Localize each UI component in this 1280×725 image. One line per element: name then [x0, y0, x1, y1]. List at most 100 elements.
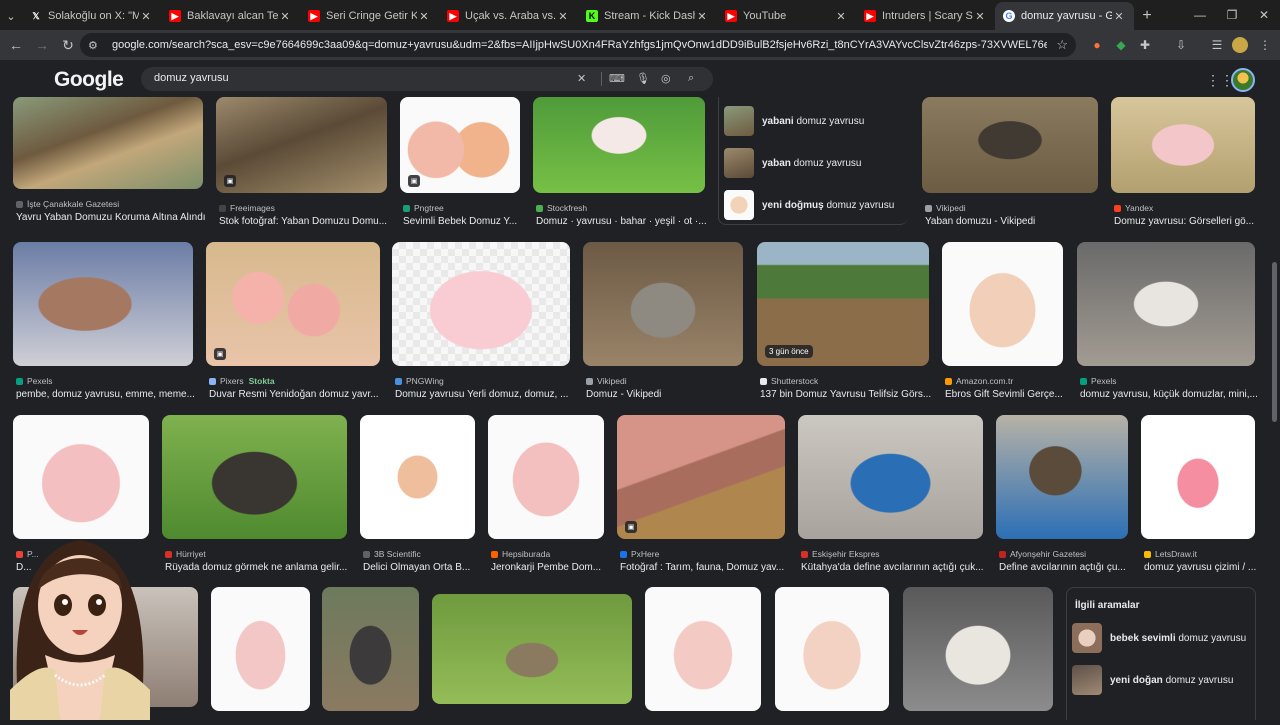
- account-avatar[interactable]: [1231, 68, 1255, 92]
- result-source[interactable]: Amazon.com.tr: [945, 376, 1013, 386]
- tab-7[interactable]: Gdomuz yavrusu - Google✕: [995, 2, 1134, 30]
- image-result-card[interactable]: PNGWing Domuz yavrusu Yerli domuz, domuz,…: [392, 242, 570, 406]
- result-thumbnail[interactable]: [360, 415, 475, 539]
- image-result-card[interactable]: 3B Scientific Delici Olmayan Orta B...: [360, 415, 475, 579]
- result-source[interactable]: Pixers Stokta: [209, 376, 275, 386]
- result-source[interactable]: Vikipedi: [586, 376, 627, 386]
- result-thumbnail[interactable]: [533, 97, 705, 193]
- tab-5[interactable]: ▶ YouTube ✕: [717, 2, 856, 30]
- result-caption[interactable]: Jeronkarji Pembe Dom...: [491, 562, 613, 573]
- result-source[interactable]: Pexels: [1080, 376, 1117, 386]
- close-tab-icon[interactable]: ✕: [834, 10, 848, 23]
- clear-icon[interactable]: ✕: [577, 72, 586, 85]
- reload-button[interactable]: ↻: [56, 33, 80, 57]
- result-thumbnail[interactable]: [798, 415, 983, 539]
- lens-icon[interactable]: ◎: [661, 72, 671, 85]
- result-source[interactable]: Stockfresh: [536, 203, 587, 213]
- close-tab-icon[interactable]: ✕: [417, 10, 431, 23]
- related-search-item[interactable]: yaban domuz yavrusu: [724, 147, 904, 179]
- maximize-button[interactable]: ❐: [1216, 0, 1248, 30]
- image-result-card[interactable]: [322, 587, 419, 720]
- result-caption[interactable]: 137 bin Domuz Yavrusu Telifsiz Görs...: [760, 389, 938, 400]
- site-info-icon[interactable]: ⚙: [88, 39, 102, 52]
- tab-1[interactable]: ▶ Baklavayı alcan Ters Çevir✕: [161, 2, 300, 30]
- chrome-menu-icon[interactable]: ⋮: [1256, 36, 1274, 54]
- result-thumbnail[interactable]: [211, 587, 310, 711]
- download-icon[interactable]: ⇩: [1172, 36, 1190, 54]
- search-icon[interactable]: ⌕: [688, 72, 694, 85]
- tab-3[interactable]: ▶ Uçak vs. Araba vs. Otobüs✕: [439, 2, 578, 30]
- result-source[interactable]: PxHere: [620, 549, 659, 559]
- scrollbar[interactable]: [1272, 262, 1277, 422]
- image-result-card[interactable]: Amazon.com.tr Ebros Gift Sevimli Gerçe...: [942, 242, 1063, 406]
- extension-shield-icon[interactable]: ◆: [1112, 36, 1130, 54]
- result-source[interactable]: Shutterstock: [760, 376, 818, 386]
- image-result-card[interactable]: Eskişehir Ekspres Kütahya'da define avcıl…: [798, 415, 984, 579]
- result-thumbnail[interactable]: [922, 97, 1098, 193]
- image-result-card[interactable]: Vikipedi Domuz - Vikipedi: [583, 242, 743, 406]
- tab-0[interactable]: 𝕏 Solakoğlu on X: "Motorcu✕: [22, 2, 161, 30]
- result-thumbnail[interactable]: [1111, 97, 1255, 193]
- image-result-card[interactable]: Stockfresh Domuz · yavrusu · bahar · yeşi…: [533, 97, 707, 233]
- result-thumbnail[interactable]: ▣: [400, 97, 520, 193]
- address-bar[interactable]: ⚙ google.com/search?sca_esv=c9e7664699c3…: [80, 33, 1076, 57]
- related-search-item[interactable]: yeni doğmuş domuz yavrusu: [724, 189, 904, 221]
- result-caption[interactable]: pembe, domuz yavrusu, emme, meme...: [16, 389, 202, 400]
- result-thumbnail[interactable]: ▣: [617, 415, 785, 539]
- close-tab-icon[interactable]: ✕: [139, 10, 153, 23]
- bookmark-star-icon[interactable]: ☆: [1056, 37, 1068, 53]
- google-logo[interactable]: Google: [54, 68, 124, 92]
- close-tab-icon[interactable]: ✕: [973, 10, 987, 23]
- new-tab-button[interactable]: +: [1134, 2, 1160, 30]
- minimize-button[interactable]: —: [1184, 0, 1216, 30]
- close-window-button[interactable]: ✕: [1248, 0, 1280, 30]
- result-caption[interactable]: Duvar Resmi Yenidoğan domuz yavr...: [209, 389, 389, 400]
- result-thumbnail[interactable]: [322, 587, 419, 711]
- keyboard-icon[interactable]: ⌨: [609, 72, 625, 85]
- profile-avatar[interactable]: [1232, 37, 1248, 53]
- result-source[interactable]: Freeimages: [219, 203, 275, 213]
- tab-search-icon[interactable]: ⌄: [0, 2, 22, 30]
- forward-button[interactable]: →: [30, 33, 54, 57]
- result-thumbnail[interactable]: ▣: [216, 97, 387, 193]
- tab-4[interactable]: K Stream - Kick Dashboard✕: [578, 2, 717, 30]
- microphone-icon[interactable]: 🎙: [636, 72, 650, 85]
- image-result-card[interactable]: Pexels domuz yavrusu, küçük domuzlar, min…: [1077, 242, 1258, 406]
- result-caption[interactable]: Domuz yavrusu Yerli domuz, domuz, ...: [395, 389, 579, 400]
- result-source[interactable]: İşte Çanakkale Gazetesi: [16, 199, 119, 209]
- close-tab-icon[interactable]: ✕: [1112, 10, 1126, 23]
- result-caption[interactable]: Domuz yavrusu: Görselleri gö...: [1114, 216, 1264, 227]
- image-result-card[interactable]: 3 gün önce Shutterstock 137 bin Domuz Yavr…: [757, 242, 931, 406]
- result-source[interactable]: Pexels: [16, 376, 53, 386]
- search-input[interactable]: domuz yavrusu ✕ ⌨ 🎙 ◎ ⌕: [141, 67, 713, 91]
- result-thumbnail[interactable]: [432, 594, 632, 704]
- media-control-icon[interactable]: ☰: [1208, 36, 1226, 54]
- result-source[interactable]: Yandex: [1114, 203, 1153, 213]
- result-caption[interactable]: Ebros Gift Sevimli Gerçe...: [945, 389, 1072, 400]
- result-source[interactable]: PNGWing: [395, 376, 444, 386]
- close-tab-icon[interactable]: ✕: [278, 10, 292, 23]
- result-thumbnail[interactable]: [942, 242, 1063, 366]
- image-result-card[interactable]: ▣ Pngtree Sevimli Bebek Domuz Y...: [400, 97, 520, 233]
- image-result-card[interactable]: ▣ Freeimages Stok fotoğraf: Yaban Domuzu D…: [216, 97, 387, 233]
- result-source[interactable]: LetsDraw.it: [1144, 549, 1197, 559]
- image-result-card[interactable]: LetsDraw.it domuz yavrusu çizimi / ...: [1141, 415, 1256, 579]
- result-source[interactable]: Hürriyet: [165, 549, 206, 559]
- extension-fox-icon[interactable]: ●: [1088, 36, 1106, 54]
- result-caption[interactable]: Sevimli Bebek Domuz Y...: [403, 216, 529, 227]
- result-caption[interactable]: Define avcılarının açtığı çu...: [999, 562, 1137, 573]
- result-thumbnail[interactable]: 3 gün önce: [757, 242, 929, 366]
- result-thumbnail[interactable]: [645, 587, 761, 711]
- result-thumbnail[interactable]: [13, 97, 203, 189]
- image-result-card[interactable]: İşte Çanakkale Gazetesi Yavru Yaban Domuz…: [13, 97, 206, 229]
- image-result-card[interactable]: Yandex Domuz yavrusu: Görselleri gö...: [1111, 97, 1255, 233]
- tab-6[interactable]: ▶ Intruders | Scary Short Ho✕: [856, 2, 995, 30]
- result-thumbnail[interactable]: [392, 242, 570, 366]
- result-thumbnail[interactable]: [583, 242, 743, 366]
- result-caption[interactable]: Delici Olmayan Orta B...: [363, 562, 484, 573]
- image-result-card[interactable]: [211, 587, 310, 720]
- result-caption[interactable]: Stok fotoğraf: Yaban Domuzu Domu...: [219, 216, 396, 227]
- extensions-puzzle-icon[interactable]: ✚: [1136, 36, 1154, 54]
- result-thumbnail[interactable]: [903, 587, 1053, 711]
- result-caption[interactable]: Kütahya'da define avcılarının açtığı çuk…: [801, 562, 992, 573]
